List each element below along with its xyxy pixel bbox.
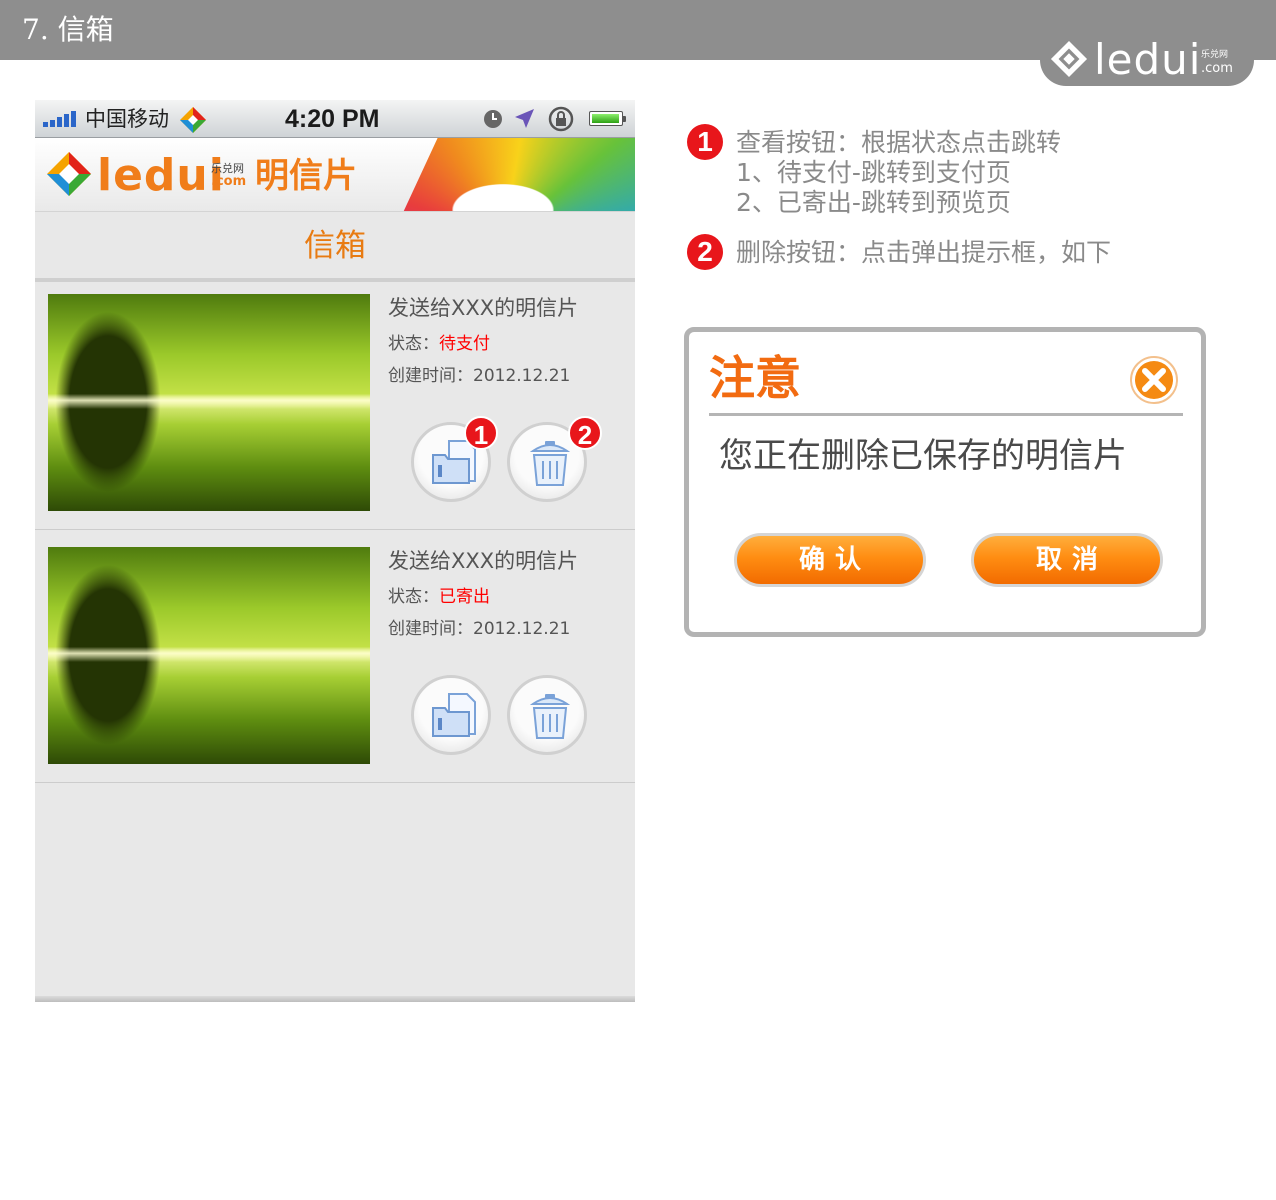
location-arrow-icon bbox=[515, 109, 534, 128]
brand-domain: .com bbox=[1201, 61, 1233, 76]
trash-can-icon bbox=[529, 441, 571, 486]
battery-level bbox=[592, 114, 619, 123]
close-icon[interactable] bbox=[1130, 356, 1178, 404]
item-status-label: 状态： bbox=[388, 587, 439, 607]
item-date-label: 创建时间： bbox=[388, 619, 473, 639]
callout-marker-1: 1 bbox=[464, 416, 498, 450]
alarm-clock-icon bbox=[484, 110, 502, 128]
view-button[interactable] bbox=[411, 675, 491, 755]
ledui-logo-icon bbox=[47, 152, 91, 196]
banner-product-name: 明信片 bbox=[255, 156, 357, 196]
annotation-1-line-3: 2、已寄出-跳转到预览页 bbox=[736, 188, 1011, 217]
item-status-value: 已寄出 bbox=[439, 587, 490, 607]
cancel-button[interactable]: 取消 bbox=[971, 533, 1163, 587]
status-time: 4:20 PM bbox=[285, 105, 380, 133]
trash-can-icon bbox=[529, 694, 571, 739]
item-title: 发送给XXX的明信片 bbox=[388, 549, 579, 573]
item-status: 状态：已寄出 bbox=[388, 585, 490, 609]
carrier-logo-icon bbox=[180, 107, 206, 133]
page-title: 信箱 bbox=[304, 228, 366, 264]
signal-icon bbox=[43, 111, 76, 127]
mailbox-list-item[interactable]: 发送给XXX的明信片 状态：已寄出 创建时间：2012.12.21 bbox=[35, 535, 635, 783]
item-status: 状态：待支付 bbox=[388, 332, 490, 356]
callout-marker-2: 2 bbox=[568, 416, 602, 450]
dialog-divider bbox=[709, 413, 1183, 416]
carrier-name: 中国移动 bbox=[85, 107, 169, 131]
postcard-thumbnail[interactable] bbox=[48, 547, 370, 764]
annotation-1-line-2: 1、待支付-跳转到支付页 bbox=[736, 158, 1011, 187]
item-date-value: 2012.12.21 bbox=[473, 619, 571, 639]
item-date: 创建时间：2012.12.21 bbox=[388, 617, 570, 641]
status-bar: 中国移动 4:20 PM bbox=[35, 100, 635, 138]
delete-button[interactable] bbox=[507, 675, 587, 755]
brand-name: ledui bbox=[1094, 35, 1202, 84]
annotation-2-line-1: 删除按钮：点击弹出提示框，如下 bbox=[736, 238, 1112, 267]
delete-confirm-dialog: 注意 您正在删除已保存的明信片 确认 取消 bbox=[684, 327, 1206, 637]
item-title: 发送给XXX的明信片 bbox=[388, 296, 579, 320]
dialog-message: 您正在删除已保存的明信片 bbox=[719, 436, 1127, 476]
app-banner: ledui 乐兑网 .com 明信片 bbox=[35, 138, 635, 211]
battery-icon bbox=[589, 111, 626, 126]
item-status-label: 状态： bbox=[388, 334, 439, 354]
item-date-label: 创建时间： bbox=[388, 366, 473, 386]
dialog-title: 注意 bbox=[709, 351, 801, 405]
rainbow-banner-art bbox=[403, 138, 635, 211]
item-date-value: 2012.12.21 bbox=[473, 366, 571, 386]
ledui-logo-icon bbox=[1050, 40, 1088, 78]
annotation-1-line-1: 查看按钮：根据状态点击跳转 bbox=[736, 128, 1062, 157]
rotation-lock-icon bbox=[548, 106, 574, 132]
annotation-marker-1: 1 bbox=[687, 124, 723, 160]
item-status-value: 待支付 bbox=[439, 334, 490, 354]
postcard-thumbnail[interactable] bbox=[48, 294, 370, 511]
confirm-button[interactable]: 确认 bbox=[734, 533, 926, 587]
slide-title: 7. 信箱 bbox=[22, 13, 114, 46]
mailbox-list-item[interactable]: 发送给XXX的明信片 状态：待支付 创建时间：2012.12.21 1 2 bbox=[35, 282, 635, 530]
page-title-bar: 信箱 bbox=[35, 211, 635, 282]
folder-icon bbox=[432, 693, 476, 737]
brand-subtitle: 乐兑网 bbox=[1201, 50, 1229, 60]
banner-domain: .com bbox=[211, 174, 247, 189]
annotation-marker-2: 2 bbox=[687, 234, 723, 270]
item-date: 创建时间：2012.12.21 bbox=[388, 364, 570, 388]
phone-screen: 中国移动 4:20 PM ledui 乐兑网 .com 明信片 信箱 发送给XX… bbox=[35, 100, 635, 1002]
phone-footer-divider bbox=[35, 996, 635, 1002]
banner-brand: ledui bbox=[97, 150, 225, 201]
